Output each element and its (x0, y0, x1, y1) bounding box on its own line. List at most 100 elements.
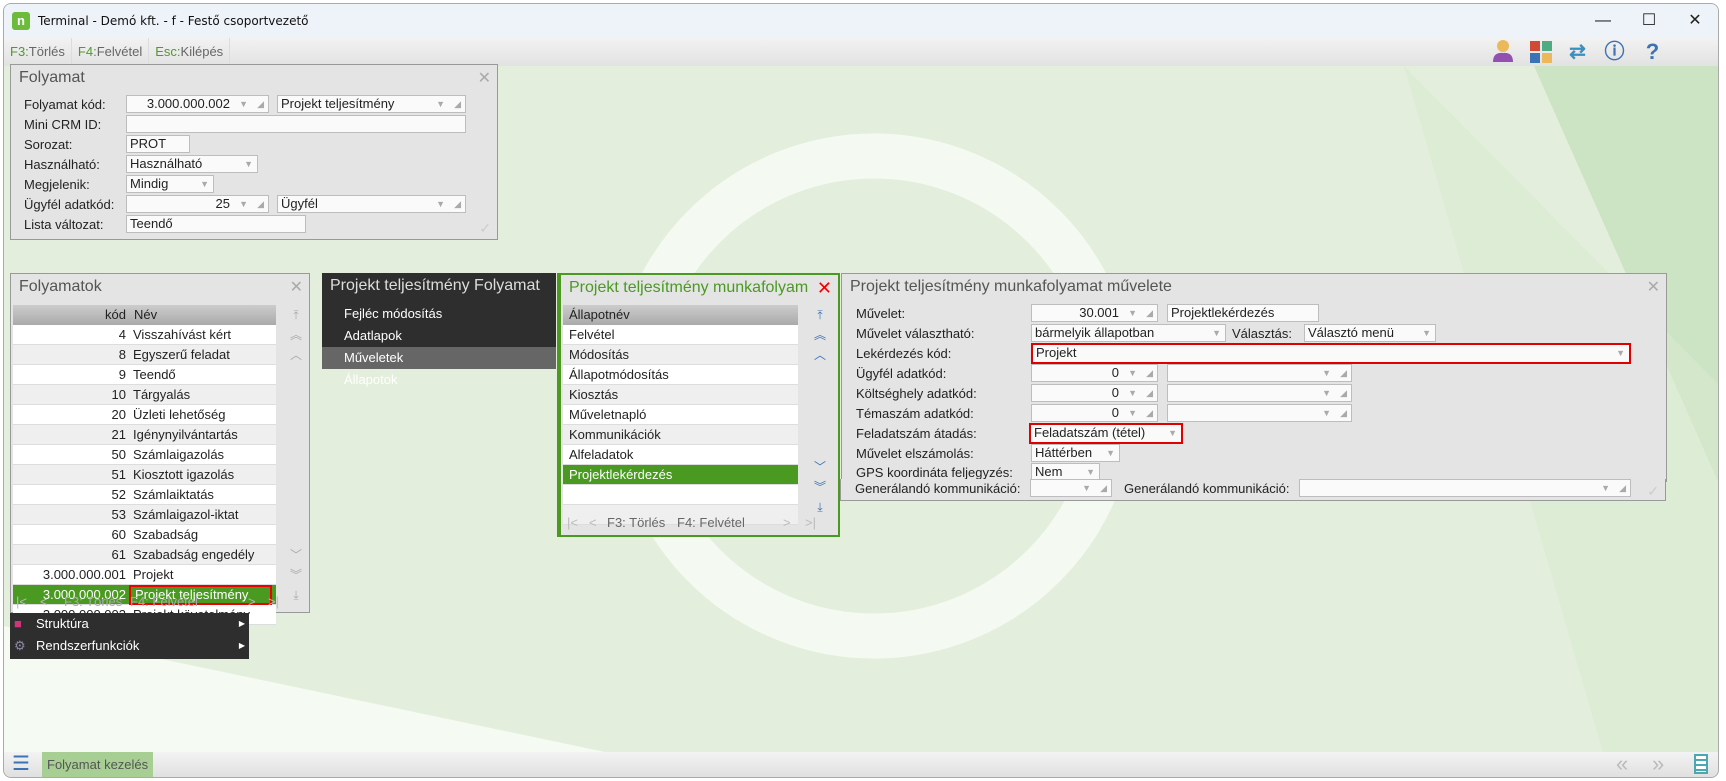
koltseghely-name-field[interactable]: ▼ ◢ (1167, 384, 1352, 402)
next-window-icon[interactable]: » (1652, 752, 1664, 776)
ugyfel-name-field[interactable]: ▼ ◢ (1167, 364, 1352, 382)
koltseghely-code-field[interactable]: 0 ▼ ◢ (1031, 384, 1158, 402)
folyamat-name-field[interactable]: Projekt teljesítmény ▼ ◢ (277, 95, 466, 113)
first-record-icon[interactable]: |< (16, 594, 27, 609)
table-row[interactable]: 4 Visszahívást kért (13, 325, 276, 345)
table-row[interactable]: 20 Üzleti lehetőség (13, 405, 276, 425)
column-header-name[interactable]: Név (134, 305, 157, 325)
megjelenik-select[interactable]: Mindig ▼ (126, 175, 214, 193)
exit-button[interactable]: Esc:Kilépés (149, 38, 231, 66)
prev-record-icon[interactable]: < (40, 594, 48, 609)
page-up-icon[interactable]: ︽ (810, 325, 830, 345)
list-delete-button[interactable]: F3: Törlés (607, 515, 665, 530)
add-button[interactable]: F4:Felvétel (72, 38, 150, 66)
muvelet-name-field[interactable]: Projektlekérdezés (1167, 304, 1319, 322)
list-item[interactable]: Műveletnapló (563, 405, 798, 425)
page-up-icon[interactable]: ︽ (286, 325, 306, 345)
menu-icon[interactable]: ☰ (12, 754, 30, 774)
list-item[interactable]: Alfeladatok (563, 445, 798, 465)
help-icon[interactable]: ? (1634, 38, 1671, 66)
table-row[interactable]: 21 Igénynyilvántartás (13, 425, 276, 445)
list-add-button[interactable]: F4: Felvétel (130, 594, 198, 609)
document-list-icon[interactable] (1694, 754, 1708, 774)
table-row[interactable]: 50 Számlaigazolás (13, 445, 276, 465)
prev-record-icon[interactable]: < (589, 515, 597, 530)
menu-item-fejlec-modositas[interactable]: Fejléc módosítás (322, 303, 556, 325)
scroll-up-icon[interactable]: ︿ (810, 345, 830, 365)
user-icon[interactable] (1484, 38, 1521, 66)
list-item[interactable]: Projektlekérdezés (563, 465, 798, 485)
table-row[interactable]: 52 Számlaiktatás (13, 485, 276, 505)
table-row[interactable]: 51 Kiosztott igazolás (13, 465, 276, 485)
sorozat-field[interactable]: PROT (126, 135, 190, 153)
previous-window-icon[interactable]: « (1616, 752, 1628, 776)
confirm-icon[interactable]: ✓ (479, 220, 491, 237)
table-row[interactable]: 9 Teendő (13, 365, 276, 385)
page-down-icon[interactable]: ︾ (286, 565, 306, 585)
ugyfel-name-field[interactable]: Ügyfél ▼ ◢ (277, 195, 466, 213)
table-row[interactable]: 10 Tárgyalás (13, 385, 276, 405)
close-icon[interactable]: ✕ (817, 278, 832, 299)
maximize-button[interactable]: ☐ (1626, 4, 1672, 38)
scroll-top-icon[interactable]: ⤒ (810, 305, 830, 325)
menu-item-adatlapok[interactable]: Adatlapok (322, 325, 556, 347)
temaszam-code-field[interactable]: 0 ▼ ◢ (1031, 404, 1158, 422)
elszamolas-select[interactable]: Háttérben ▼ (1031, 444, 1120, 462)
valaszthato-select[interactable]: bármelyik állapotban ▼ (1031, 324, 1226, 342)
generalando-kommunikacio-1-select[interactable]: ▼ ◢ (1030, 479, 1112, 497)
minimize-button[interactable]: — (1580, 4, 1626, 38)
valasztas-select[interactable]: Választó menü ▼ (1304, 324, 1436, 342)
info-icon[interactable]: ⓘ (1596, 38, 1633, 66)
mini-crm-id-field[interactable] (126, 115, 466, 133)
table-row[interactable]: 53 Számlaigazol-iktat (13, 505, 276, 525)
list-item[interactable] (563, 485, 798, 505)
list-item[interactable]: Állapotmódosítás (563, 365, 798, 385)
table-row[interactable]: 3.000.000.001 Projekt (13, 565, 276, 585)
muvelet-code-field[interactable]: 30.001 ▼ ◢ (1031, 304, 1158, 322)
menu-item-muveletek[interactable]: Műveletek (322, 347, 556, 369)
column-header-code[interactable]: kód (105, 305, 126, 325)
lista-valtozat-field[interactable]: Teendő (126, 215, 306, 233)
list-delete-button[interactable]: F3: Törlés (64, 594, 122, 609)
table-row[interactable]: 8 Egyszerű feladat (13, 345, 276, 365)
page-down-icon[interactable]: ︾ (810, 477, 830, 497)
close-icon[interactable]: ✕ (478, 68, 491, 88)
list-item[interactable]: Kommunikációk (563, 425, 798, 445)
list-item[interactable]: Felvétel (563, 325, 798, 345)
switch-icon[interactable]: ⇄ (1559, 38, 1596, 66)
column-header-allapotnev[interactable]: Állapotnév (563, 305, 798, 325)
list-item[interactable]: Módosítás (563, 345, 798, 365)
hasznalhato-select[interactable]: Használható ▼ (126, 155, 258, 173)
scroll-down-icon[interactable]: ﹀ (810, 457, 830, 477)
list-item[interactable]: Kiosztás (563, 385, 798, 405)
scroll-bottom-icon[interactable]: ⤓ (810, 497, 830, 517)
temaszam-name-field[interactable]: ▼ ◢ (1167, 404, 1352, 422)
tab-folyamat-kezeles[interactable]: Folyamat kezelés (42, 752, 154, 777)
side-menu-item-rendszerfunkciok[interactable]: ⚙ Rendszerfunkciók ▶ (10, 635, 249, 657)
delete-button[interactable]: F3:Törlés (4, 38, 72, 66)
generalando-kommunikacio-2-select[interactable]: ▼ ◢ (1299, 479, 1631, 497)
table-row[interactable]: 61 Szabadság engedély (13, 545, 276, 565)
scroll-down-icon[interactable]: ﹀ (286, 545, 306, 565)
last-record-icon[interactable]: >| (805, 515, 816, 530)
next-record-icon[interactable]: > (783, 515, 791, 530)
next-record-icon[interactable]: > (248, 594, 256, 609)
list-add-button[interactable]: F4: Felvétel (677, 515, 745, 530)
lekerdezes-kod-select[interactable]: Projekt ▼ (1031, 343, 1631, 364)
ugyfel-code-field[interactable]: 0 ▼ ◢ (1031, 364, 1158, 382)
table-row[interactable]: 60 Szabadság (13, 525, 276, 545)
confirm-icon[interactable]: ✓ (1647, 483, 1659, 500)
last-record-icon[interactable]: >| (268, 594, 279, 609)
scroll-up-icon[interactable]: ︿ (286, 345, 306, 365)
folyamat-code-field[interactable]: 3.000.000.002 ▼ ◢ (126, 95, 269, 113)
scroll-top-icon[interactable]: ⤒ (286, 305, 306, 325)
feladatszam-atadas-select[interactable]: Feladatszám (tétel) ▼ (1029, 423, 1183, 444)
apps-icon[interactable] (1522, 38, 1559, 66)
ugyfel-code-field[interactable]: 25 ▼ ◢ (126, 195, 269, 213)
close-icon[interactable]: ✕ (290, 277, 303, 297)
close-icon[interactable]: ✕ (1647, 277, 1660, 297)
menu-item-allapotok[interactable]: Állapotok (322, 369, 556, 391)
close-button[interactable]: ✕ (1672, 4, 1718, 38)
first-record-icon[interactable]: |< (567, 515, 578, 530)
side-menu-item-struktura[interactable]: ■ Struktúra ▶ (10, 613, 249, 635)
